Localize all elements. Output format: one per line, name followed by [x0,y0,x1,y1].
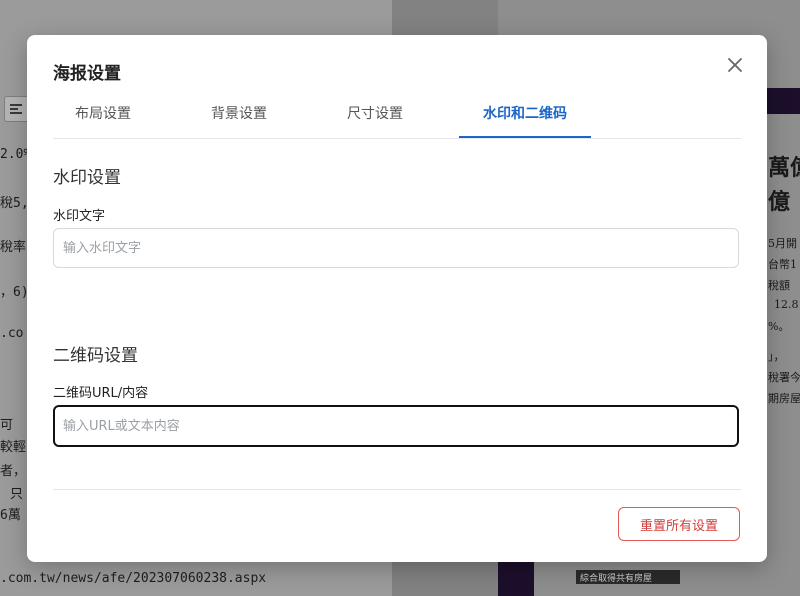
article-snippet: 稅額 [768,279,790,292]
code-line: 6萬 [0,508,21,523]
code-line: .co [0,326,24,341]
article-snippet: 5月開 [768,237,797,250]
settings-tabs: 布局设置 背景设置 尺寸设置 水印和二维码 [53,101,741,139]
tab-background[interactable]: 背景设置 [189,101,289,138]
code-line: 只 [10,487,24,502]
preview-bottom-label-text: 綜合取得共有房屋 [580,574,653,584]
dialog-title: 海报设置 [53,64,121,84]
code-line: 可 [0,418,14,433]
tab-layout[interactable]: 布局设置 [53,101,153,138]
poster-settings-dialog: 海报设置 布局设置 背景设置 尺寸设置 水印和二维码 水印设置 水印文字 二维码… [27,35,767,562]
footer-divider [53,489,741,490]
code-line: ，6) [0,285,29,300]
watermark-text-label: 水印文字 [53,209,106,224]
article-snippet: 台幣1 [768,258,797,271]
article-snippet: 稅署今 [768,371,800,384]
close-icon [728,58,742,72]
qrcode-section-title: 二维码设置 [53,346,138,366]
article-snippet: 期房屋 [768,392,800,405]
preview-bottom-label: 綜合取得共有房屋 [576,570,680,584]
watermark-text-input[interactable] [53,228,739,268]
tab-watermark-qrcode[interactable]: 水印和二维码 [459,101,591,138]
reset-all-settings-button[interactable]: 重置所有设置 [618,507,740,541]
article-snippet: %。 [768,320,790,333]
tab-size[interactable]: 尺寸设置 [325,101,425,138]
article-headline: 億 [768,189,791,215]
close-button[interactable] [725,55,745,75]
code-line: 較輕 [0,440,27,455]
article-snippet: 」， [768,350,785,363]
watermark-section-title: 水印设置 [53,168,121,188]
article-snippet: 12.8 [774,298,799,311]
code-line: 稅5, [0,196,29,211]
code-line: 者， [0,464,27,479]
qrcode-content-input[interactable] [53,405,739,447]
source-url-line: .com.tw/news/afe/202307060238.aspx [0,571,267,586]
code-line: 稅率 [0,240,27,255]
article-headline: 萬億 [768,155,800,181]
qrcode-content-label: 二维码URL/内容 [53,386,149,401]
